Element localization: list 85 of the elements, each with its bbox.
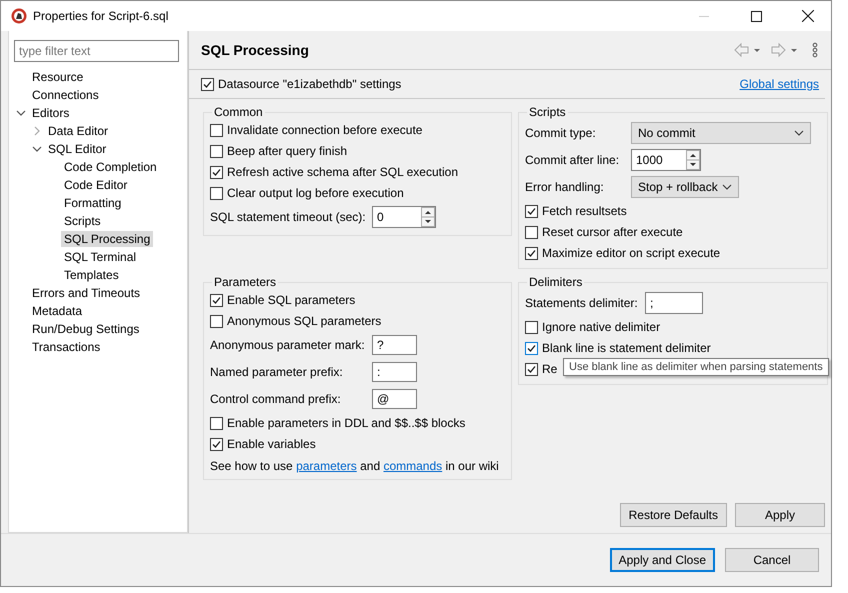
checkbox[interactable] xyxy=(210,166,223,178)
group-title: Parameters xyxy=(213,275,278,289)
tree-item[interactable]: Code Editor xyxy=(61,177,130,193)
field-label: Error handling: xyxy=(525,180,605,194)
tree-item[interactable]: Code Completion xyxy=(61,159,160,175)
window-title: Properties for Script-6.sql xyxy=(33,9,170,23)
wiki-hint: See how to use parameters and commands in our wiki xyxy=(210,459,500,473)
commit-after-line-field[interactable]: 1000 xyxy=(631,149,701,171)
app-icon xyxy=(11,8,27,24)
tree-item[interactable]: SQL Editor xyxy=(45,141,110,157)
commit-type-dropdown[interactable]: No commit xyxy=(631,122,811,144)
checkbox-label: Blank line is statement delimiter xyxy=(542,341,711,355)
checkbox-label: Enable SQL parameters xyxy=(227,293,356,307)
wiki-link[interactable]: commands xyxy=(383,459,442,473)
checkbox-label: Datasource "e1izabethdb" settings xyxy=(218,77,402,91)
group-title: Scripts xyxy=(528,105,567,119)
text-field[interactable]: @ xyxy=(372,389,417,409)
tree-item[interactable]: Resource xyxy=(29,69,86,85)
checkbox-label: Reset cursor after execute xyxy=(542,225,683,239)
tree-item[interactable]: Metadata xyxy=(29,303,86,319)
apply-and-close-button[interactable]: Apply and Close xyxy=(610,548,715,572)
checkbox[interactable] xyxy=(210,124,223,136)
timeout-field[interactable]: 0 xyxy=(372,206,436,228)
checkbox-label: Invalidate connection before execute xyxy=(227,123,422,137)
error-handling-dropdown[interactable]: Stop + rollback xyxy=(631,176,739,198)
checkbox[interactable] xyxy=(210,314,223,328)
page-title: SQL Processing xyxy=(201,42,310,58)
tree-item[interactable]: Errors and Timeouts xyxy=(29,285,144,301)
field-label: Named parameter prefix: xyxy=(210,365,344,379)
wiki-link[interactable]: parameters xyxy=(296,459,357,473)
checkbox-label: Maximize editor on script execute xyxy=(542,246,720,260)
field-label: Commit type: xyxy=(525,126,597,140)
checkbox[interactable] xyxy=(525,226,538,238)
checkbox-label: Clear output log before execution xyxy=(227,186,404,200)
checkbox-label: Anonymous SQL parameters xyxy=(227,314,382,328)
tree-item[interactable]: Formatting xyxy=(61,195,124,211)
checkbox-label: Refresh active schema after SQL execution xyxy=(227,165,458,179)
tree-item[interactable]: Run/Debug Settings xyxy=(29,321,142,337)
tree-item[interactable]: Transactions xyxy=(29,339,104,355)
checkbox[interactable] xyxy=(525,362,538,376)
field-label: Anonymous parameter mark: xyxy=(210,338,366,352)
checkbox-label: Enable parameters in DDL and $$..$$ blocks xyxy=(227,416,466,430)
field-label: Control command prefix: xyxy=(210,392,342,406)
checkbox[interactable] xyxy=(201,78,214,90)
checkbox[interactable] xyxy=(525,342,538,354)
tree-item[interactable]: Connections xyxy=(29,87,102,103)
field-label: SQL statement timeout (sec): xyxy=(210,210,367,224)
tooltip: Use blank line as delimiter when parsing statements xyxy=(563,358,829,376)
checkbox[interactable] xyxy=(210,438,223,450)
checkbox[interactable] xyxy=(525,246,538,260)
checkbox[interactable] xyxy=(210,416,223,430)
group-title: Common xyxy=(213,105,264,119)
global-settings-link[interactable]: Global settings xyxy=(740,77,819,91)
checkbox[interactable] xyxy=(210,186,223,200)
filter-field[interactable]: type filter text xyxy=(14,40,179,62)
chevron-down-icon xyxy=(794,130,804,136)
tree-item[interactable]: SQL Terminal xyxy=(61,249,140,265)
tree-item[interactable]: Data Editor xyxy=(45,123,112,139)
text-field[interactable]: : xyxy=(372,362,417,382)
checkbox[interactable] xyxy=(210,294,223,306)
restore-defaults-button[interactable]: Restore Defaults xyxy=(620,503,727,527)
spinner-icon[interactable] xyxy=(421,207,435,227)
tree-item[interactable]: Templates xyxy=(61,267,122,283)
chevron-down-icon xyxy=(722,184,732,190)
close-icon[interactable] xyxy=(802,10,814,22)
apply-button[interactable]: Apply xyxy=(735,503,825,527)
checkbox-label: Beep after query finish xyxy=(227,144,348,158)
checkbox[interactable] xyxy=(525,204,538,218)
tree-item[interactable]: Scripts xyxy=(61,213,104,229)
tree-item[interactable]: SQL Processing xyxy=(61,231,154,247)
text-field[interactable]: ; xyxy=(645,292,703,314)
checkbox-label: Ignore native delimiter xyxy=(542,320,660,334)
checkbox-label: Fetch resultsets xyxy=(542,204,627,218)
cancel-button[interactable]: Cancel xyxy=(725,548,819,572)
spinner-icon[interactable] xyxy=(686,150,700,170)
text-field[interactable]: ? xyxy=(372,335,417,355)
checkbox[interactable] xyxy=(210,144,223,158)
group-title: Delimiters xyxy=(528,275,584,289)
checkbox-label: Enable variables xyxy=(227,437,316,451)
field-label: Statements delimiter: xyxy=(525,296,639,310)
checkbox-label: Re xyxy=(542,362,558,376)
field-label: Commit after line: xyxy=(525,153,620,167)
maximize-icon[interactable] xyxy=(750,10,762,22)
checkbox[interactable] xyxy=(525,320,538,334)
tree-item[interactable]: Editors xyxy=(29,105,72,121)
